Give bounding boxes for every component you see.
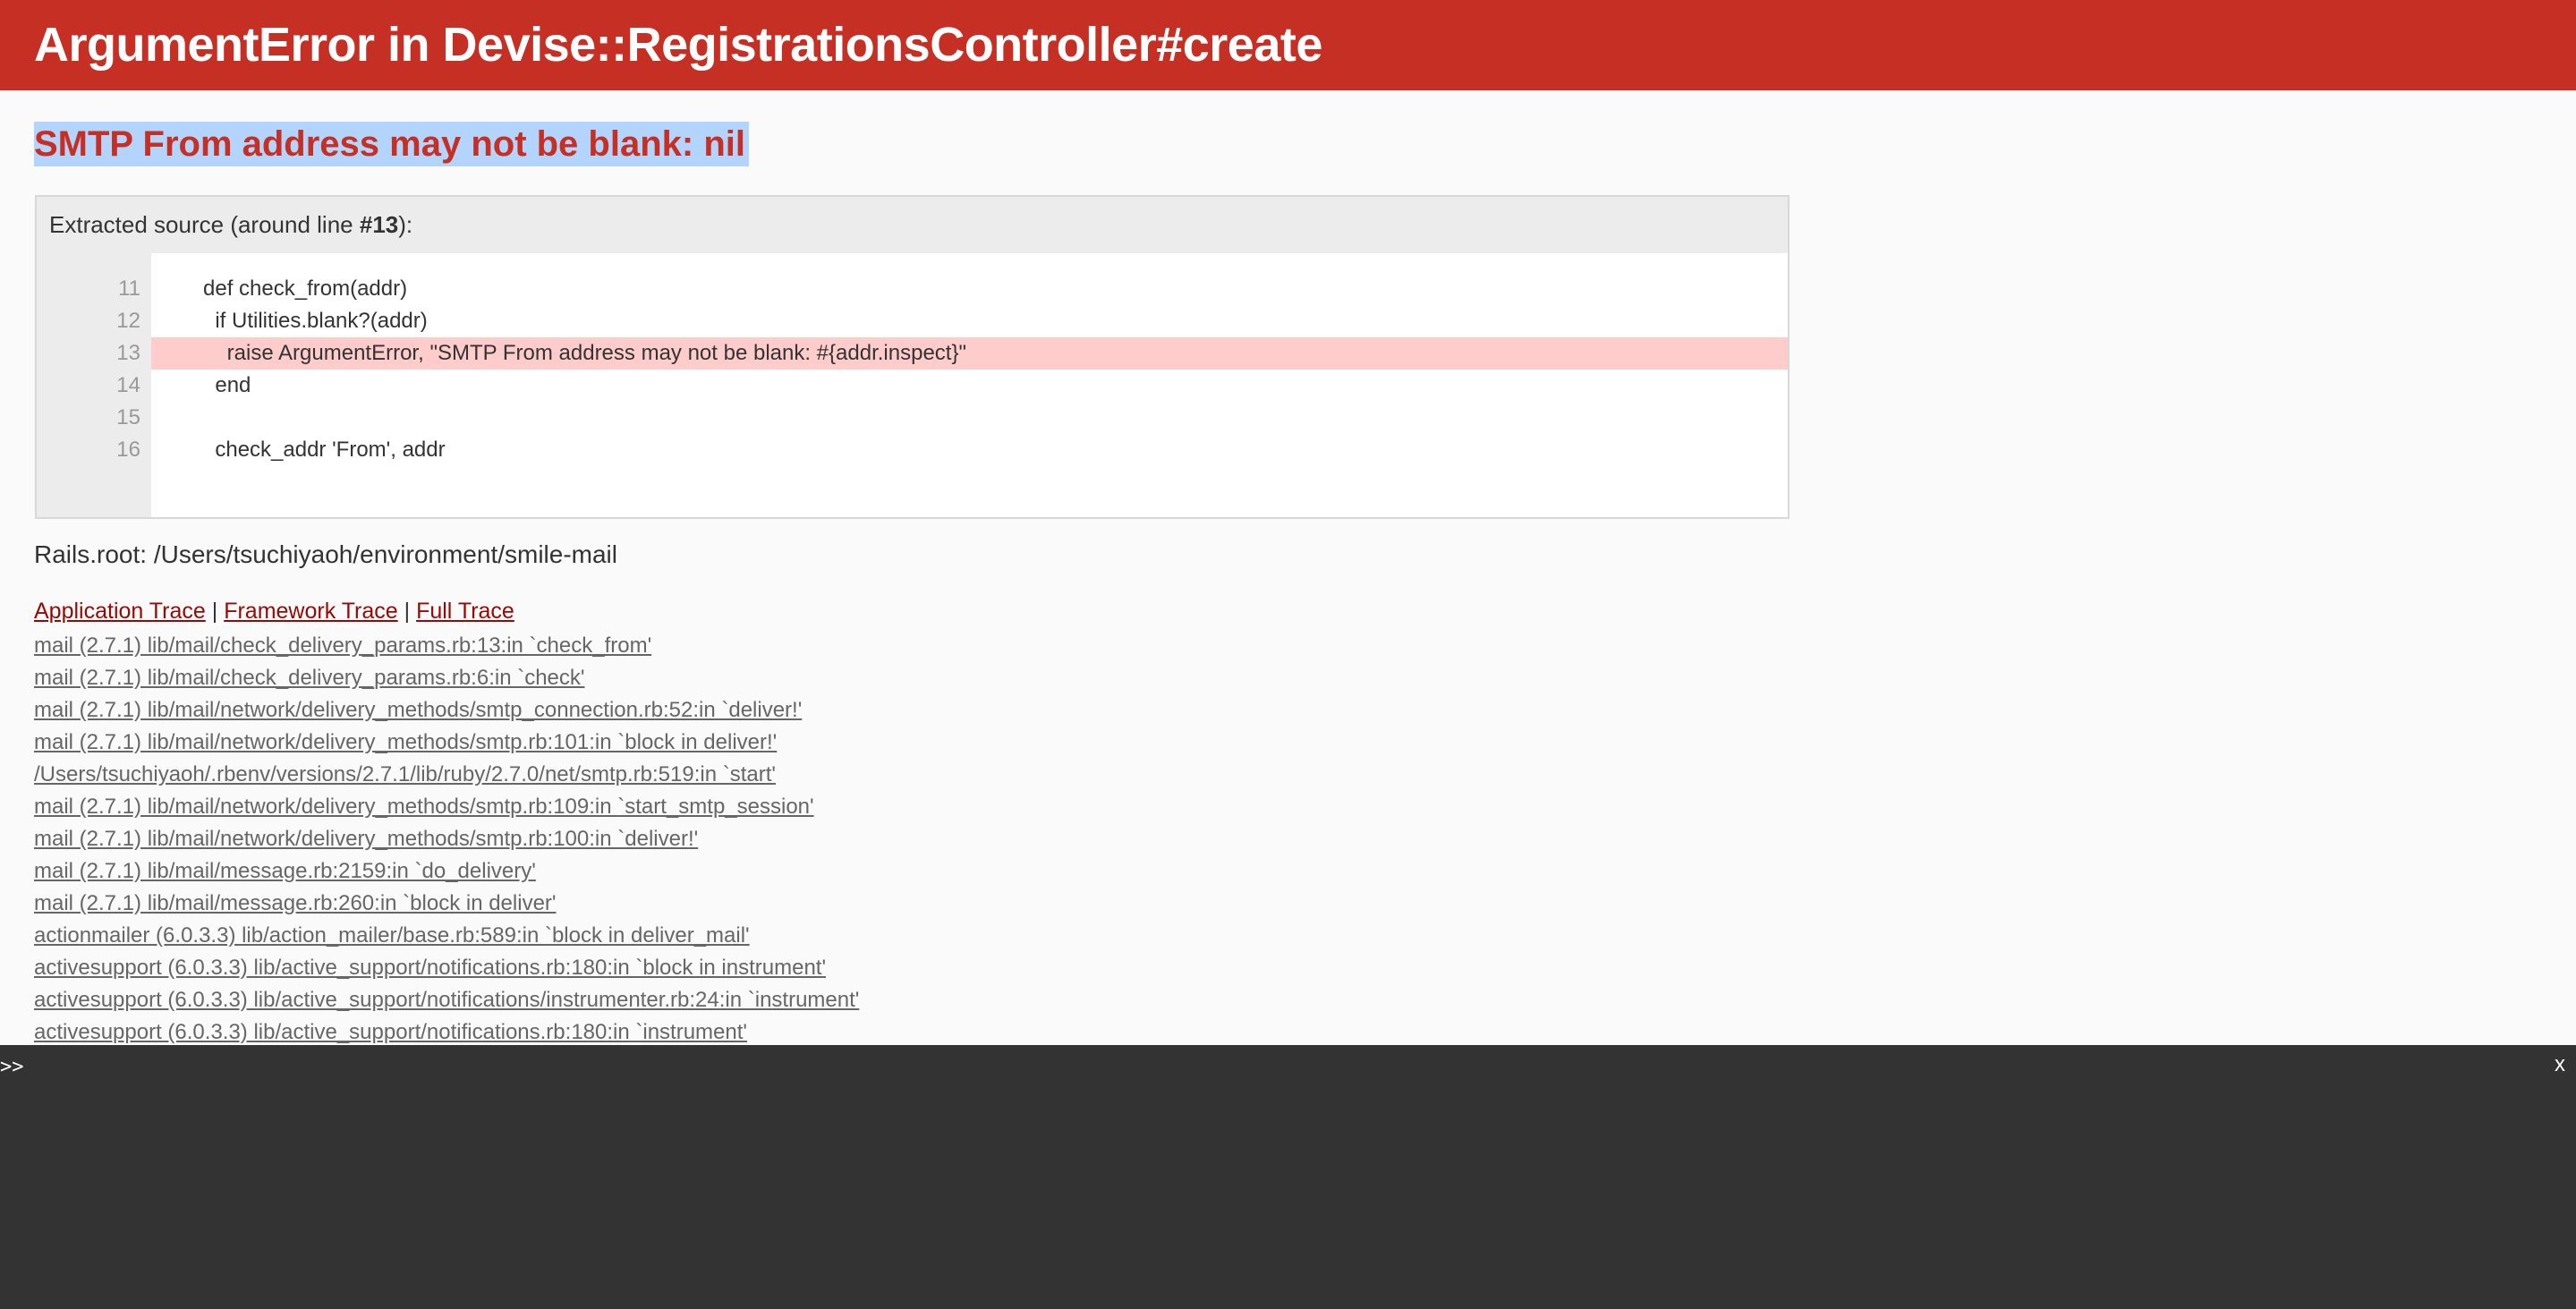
source-label: Extracted source (around line <box>49 211 360 238</box>
separator: | <box>211 599 218 624</box>
error-header: ArgumentError in Devise::RegistrationsCo… <box>0 0 2576 90</box>
error-message-container: SMTP From address may not be blank: nil <box>34 122 749 166</box>
line-code: check_addr 'From', addr <box>167 438 446 462</box>
source-line-highlighted: 13 raise ArgumentError, "SMTP From addre… <box>37 337 1788 370</box>
trace-link[interactable]: mail (2.7.1) lib/mail/network/delivery_m… <box>34 823 859 855</box>
trace-tabs: Application Trace | Framework Trace | Fu… <box>34 599 514 625</box>
source-line: 14 end <box>37 370 1788 402</box>
line-code: def check_from(addr) <box>167 276 408 301</box>
trace-link[interactable]: mail (2.7.1) lib/mail/network/delivery_m… <box>34 694 859 727</box>
trace-link[interactable]: /Users/tsuchiyaoh/.rbenv/versions/2.7.1/… <box>34 759 859 791</box>
source-line: 16 check_addr 'From', addr <box>37 434 1788 466</box>
source-line: 15 <box>37 402 1788 434</box>
trace-link[interactable]: mail (2.7.1) lib/mail/check_delivery_par… <box>34 630 859 662</box>
source-label-suffix: ): <box>398 211 413 238</box>
source-line-number: #13 <box>359 211 399 238</box>
line-code: raise ArgumentError, "SMTP From address … <box>151 337 1788 370</box>
rails-root: Rails.root: /Users/tsuchiyaoh/environmen… <box>34 540 617 568</box>
trace-link[interactable]: mail (2.7.1) lib/mail/message.rb:2159:in… <box>34 855 859 888</box>
trace-link[interactable]: mail (2.7.1) lib/mail/network/delivery_m… <box>34 791 859 823</box>
line-code: end <box>167 373 251 397</box>
line-number: 12 <box>116 309 140 333</box>
extracted-source: Extracted source (around line #13): 11 d… <box>35 195 1790 519</box>
line-code: if Utilities.blank?(addr) <box>167 309 428 333</box>
line-number: 15 <box>116 405 140 429</box>
trace-link[interactable]: mail (2.7.1) lib/mail/check_delivery_par… <box>34 662 859 694</box>
tab-full-trace[interactable]: Full Trace <box>416 599 514 624</box>
trace-link[interactable]: mail (2.7.1) lib/mail/network/delivery_m… <box>34 727 859 759</box>
separator: | <box>404 599 411 624</box>
line-number: 14 <box>116 373 140 397</box>
close-icon[interactable]: x <box>2555 1052 2565 1077</box>
trace-link[interactable]: actionmailer (6.0.3.3) lib/action_mailer… <box>34 920 859 952</box>
trace-list: mail (2.7.1) lib/mail/check_delivery_par… <box>34 630 859 1049</box>
trace-link[interactable]: activesupport (6.0.3.3) lib/active_suppo… <box>34 984 859 1016</box>
trace-link[interactable]: mail (2.7.1) lib/mail/message.rb:260:in … <box>34 888 859 920</box>
source-info: Extracted source (around line #13): <box>37 197 1788 253</box>
line-number: 11 <box>118 276 140 301</box>
page-title: ArgumentError in Devise::RegistrationsCo… <box>34 18 1322 72</box>
tab-framework-trace[interactable]: Framework Trace <box>224 599 397 624</box>
trace-link[interactable]: activesupport (6.0.3.3) lib/active_suppo… <box>34 952 859 984</box>
tab-application-trace[interactable]: Application Trace <box>34 599 206 624</box>
line-number: 16 <box>116 438 140 462</box>
trace-link[interactable]: activesupport (6.0.3.3) lib/active_suppo… <box>34 1016 859 1049</box>
line-number: 13 <box>116 341 140 365</box>
web-console[interactable]: >> x <box>0 1045 2576 1309</box>
error-message: SMTP From address may not be blank: nil <box>34 122 749 166</box>
source-line: 11 def check_from(addr) <box>37 273 1788 305</box>
source-code: 11 def check_from(addr) 12 if Utilities.b… <box>37 253 1788 517</box>
console-prompt[interactable]: >> <box>0 1056 24 1078</box>
source-line: 12 if Utilities.blank?(addr) <box>37 305 1788 337</box>
